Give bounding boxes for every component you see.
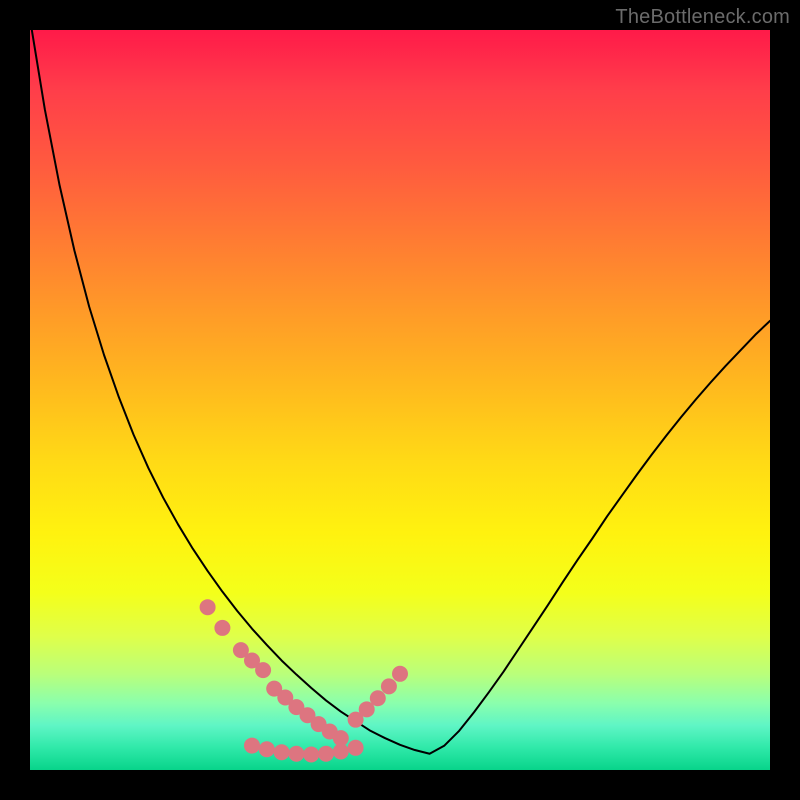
highlight-dot [333,744,349,760]
highlight-left [200,599,349,746]
highlight-dot [288,746,304,762]
highlight-dot [381,678,397,694]
plot-area [30,30,770,770]
highlight-dot [303,746,319,762]
highlight-dot [392,666,408,682]
bottleneck-curve [30,30,770,754]
chart-svg [30,30,770,770]
highlight-dot [244,738,260,754]
highlight-dot [200,599,216,615]
watermark-text: TheBottleneck.com [615,6,790,29]
highlight-dot [259,741,275,757]
highlight-right [348,666,408,728]
chart-frame: TheBottleneck.com [0,0,800,800]
highlight-dot [274,744,290,760]
highlight-dot [214,620,230,636]
highlight-dot [348,740,364,756]
highlight-dot [255,662,271,678]
highlight-dot [318,746,334,762]
highlight-dot [370,690,386,706]
